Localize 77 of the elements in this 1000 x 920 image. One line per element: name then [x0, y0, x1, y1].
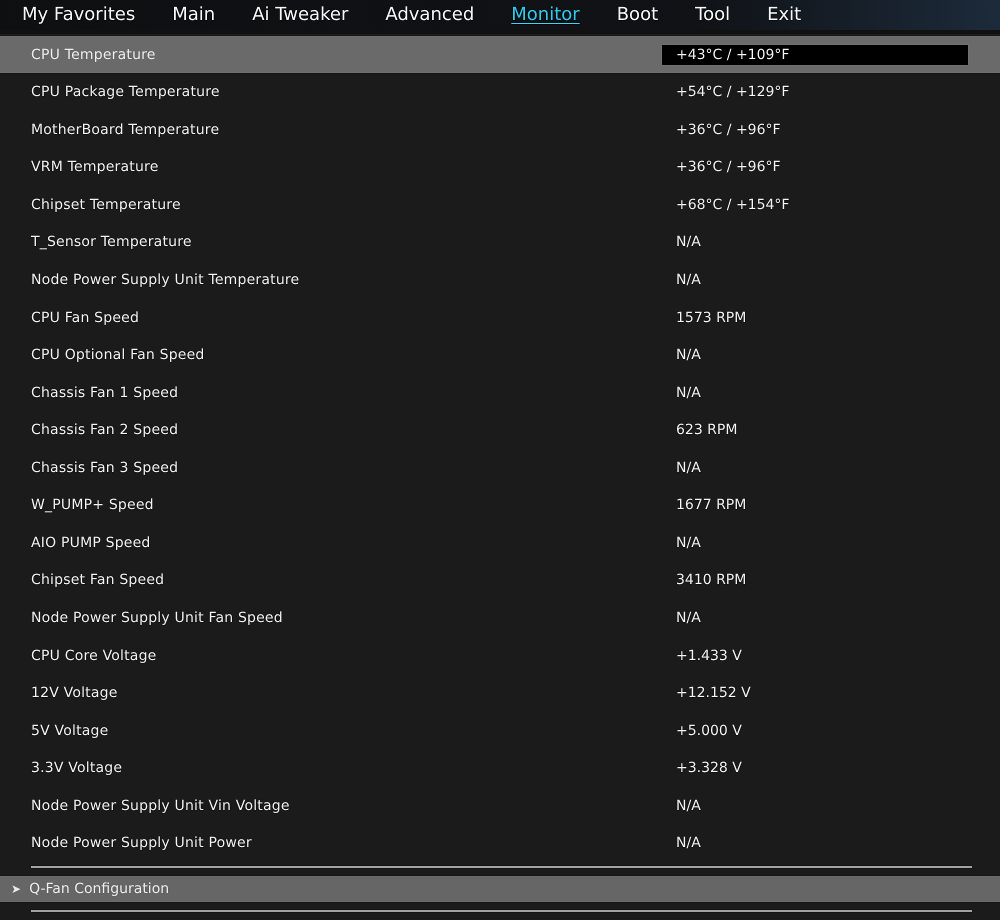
setting-row[interactable]: Node Power Supply Unit Power N/A: [0, 824, 1000, 862]
setting-label: CPU Core Voltage: [30, 648, 158, 664]
setting-row[interactable]: Node Power Supply Unit Vin Voltage N/A: [0, 787, 1000, 825]
setting-label: VRM Temperature: [30, 159, 160, 176]
submenu-label: Q-Fan Configuration: [29, 881, 170, 898]
menu-tab[interactable]: Exit: [767, 4, 802, 26]
setting-label: 12V Voltage: [30, 685, 119, 702]
setting-row[interactable]: CPU Optional Fan Speed N/A: [0, 336, 1000, 374]
setting-value: +12.152 V: [675, 685, 751, 702]
setting-label: T_Sensor Temperature: [30, 234, 193, 250]
setting-row[interactable]: MotherBoard Temperature +36°C / +96°F: [0, 110, 1000, 149]
arrow-glyph: ➤: [11, 882, 22, 896]
setting-label: CPU Temperature: [30, 46, 157, 63]
setting-label: W_PUMP+ Speed: [30, 497, 155, 514]
setting-row[interactable]: Chassis Fan 2 Speed 623 RPM: [0, 411, 1000, 450]
setting-value: +1.433 V: [675, 648, 742, 664]
submenu-item[interactable]: ➤ Q-Fan Configuration: [0, 876, 1000, 902]
setting-row[interactable]: Node Power Supply Unit Fan Speed N/A: [0, 599, 1000, 637]
setting-label: Chipset Temperature: [30, 196, 182, 213]
setting-row[interactable]: 12V Voltage +12.152 V: [0, 674, 1000, 712]
setting-row[interactable]: VRM Temperature +36°C / +96°F: [0, 148, 1000, 186]
setting-value: N/A: [675, 384, 701, 401]
setting-row[interactable]: CPU Core Voltage +1.433 V: [0, 636, 1000, 674]
setting-value: +5.000 V: [675, 722, 742, 739]
setting-row[interactable]: Node Power Supply Unit Temperature N/A: [0, 261, 1000, 299]
setting-label: Node Power Supply Unit Fan Speed: [30, 610, 284, 626]
setting-label: CPU Fan Speed: [30, 310, 140, 326]
menu-tab[interactable]: Main: [172, 4, 216, 26]
setting-value: 3410 RPM: [675, 572, 746, 588]
setting-value: +54°C / +129°F: [675, 84, 790, 100]
menu-tab[interactable]: Ai Tweaker: [252, 4, 348, 26]
setting-label: CPU Package Temperature: [30, 84, 221, 100]
setting-value: +43°C / +109°F: [662, 44, 968, 65]
menu-tab[interactable]: Advanced: [385, 4, 474, 26]
setting-value: N/A: [675, 534, 701, 551]
setting-value: N/A: [675, 460, 701, 476]
setting-value: +68°C / +154°F: [675, 196, 790, 213]
setting-row[interactable]: Chassis Fan 3 Speed N/A: [0, 449, 1000, 487]
menu-tab[interactable]: Monitor: [511, 4, 580, 26]
setting-value: N/A: [675, 347, 701, 364]
setting-row[interactable]: CPU Fan Speed 1573 RPM: [0, 298, 1000, 336]
setting-label: CPU Optional Fan Speed: [30, 347, 206, 364]
setting-value: +36°C / +96°F: [675, 122, 781, 138]
setting-value: 623 RPM: [675, 422, 738, 438]
setting-label: Node Power Supply Unit Vin Voltage: [30, 798, 291, 814]
setting-row[interactable]: CPU Temperature +43°C / +109°F: [0, 36, 1000, 74]
setting-row[interactable]: AIO PUMP Speed N/A: [0, 524, 1000, 562]
setting-value: +36°C / +96°F: [675, 159, 781, 176]
setting-value: N/A: [675, 234, 701, 250]
menu-tab[interactable]: Boot: [616, 4, 658, 26]
setting-value: N/A: [675, 835, 701, 852]
setting-label: Node Power Supply Unit Temperature: [30, 272, 300, 288]
setting-value: +3.328 V: [675, 760, 742, 776]
setting-value: N/A: [675, 272, 701, 288]
setting-value: N/A: [675, 610, 701, 626]
setting-label: AIO PUMP Speed: [30, 534, 152, 551]
setting-value: N/A: [675, 798, 701, 814]
setting-label: 5V Voltage: [30, 722, 110, 739]
setting-row[interactable]: Chassis Fan 1 Speed N/A: [0, 374, 1000, 412]
setting-label: 3.3V Voltage: [30, 760, 124, 776]
menu-tab[interactable]: My Favorites: [22, 4, 136, 26]
setting-label: Chassis Fan 3 Speed: [30, 460, 180, 476]
setting-row[interactable]: T_Sensor Temperature N/A: [0, 224, 1000, 262]
setting-row[interactable]: CPU Package Temperature +54°C / +129°F: [0, 73, 1000, 111]
setting-value: 1677 RPM: [675, 497, 746, 514]
setting-row[interactable]: Chipset Fan Speed 3410 RPM: [0, 562, 1000, 600]
setting-value: 1573 RPM: [675, 310, 746, 326]
setting-row[interactable]: 5V Voltage +5.000 V: [0, 712, 1000, 750]
setting-row[interactable]: Chipset Temperature +68°C / +154°F: [0, 186, 1000, 224]
setting-label: MotherBoard Temperature: [30, 122, 220, 138]
setting-label: Node Power Supply Unit Power: [30, 835, 253, 852]
setting-label: Chassis Fan 1 Speed: [30, 384, 180, 401]
setting-label: Chipset Fan Speed: [30, 572, 166, 588]
setting-row[interactable]: 3.3V Voltage +3.328 V: [0, 750, 1000, 788]
menu-tab[interactable]: Tool: [695, 4, 730, 26]
setting-row[interactable]: W_PUMP+ Speed 1677 RPM: [0, 486, 1000, 524]
setting-label: Chassis Fan 2 Speed: [30, 422, 180, 438]
